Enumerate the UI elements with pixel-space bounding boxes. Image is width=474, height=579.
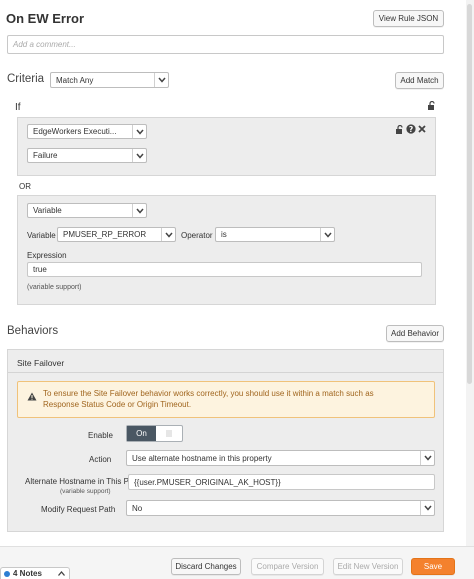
notes-label: 4 Notes: [13, 569, 42, 578]
behaviors-heading: Behaviors: [7, 325, 59, 337]
expression-input[interactable]: true: [27, 262, 422, 277]
chevron-down-icon: [420, 451, 434, 465]
operator-select[interactable]: is: [215, 227, 335, 242]
add-behavior-button[interactable]: Add Behavior: [386, 325, 444, 342]
edit-new-version-button[interactable]: Edit New Version: [333, 558, 403, 575]
rule-title: On EW Error: [6, 11, 85, 26]
discard-changes-button[interactable]: Discard Changes: [171, 558, 241, 575]
notes-indicator-icon: [4, 570, 10, 577]
toggle-on-label: On: [127, 426, 156, 441]
alt-host-variable-support: (variable support): [60, 488, 111, 495]
condition-1-value: EdgeWorkers Executi...: [33, 127, 117, 136]
condition-1-select[interactable]: EdgeWorkers Executi...: [27, 124, 147, 139]
warning-text: To ensure the Site Failover behavior wor…: [43, 389, 374, 409]
alt-host-label: Alternate Hostname in This Pr: [25, 477, 132, 486]
condition-2-select[interactable]: Variable: [27, 203, 147, 218]
site-failover-title: Site Failover: [17, 358, 65, 368]
variable-support-note: (variable support): [27, 284, 82, 291]
expression-label: Expression: [27, 251, 67, 260]
modify-path-select[interactable]: No: [126, 500, 435, 516]
compare-version-button[interactable]: Compare Version: [251, 558, 324, 575]
variable-label: Variable: [27, 231, 56, 240]
unlock-icon[interactable]: [426, 100, 436, 110]
operator-label: Operator: [181, 231, 213, 240]
help-icon[interactable]: ?: [405, 123, 416, 134]
condition-1-result: Failure: [33, 151, 58, 160]
match-any-value: Match Any: [56, 75, 94, 85]
warning-icon: [27, 391, 37, 401]
action-value: Use alternate hostname in this property: [132, 453, 272, 463]
match-any-select[interactable]: Match Any: [50, 72, 169, 88]
svg-text:?: ?: [408, 125, 412, 134]
enable-toggle[interactable]: On: [126, 425, 183, 442]
modify-path-value: No: [132, 503, 143, 513]
variable-value: PMUSER_RP_ERROR: [63, 230, 147, 239]
chevron-up-icon: [58, 571, 65, 576]
chevron-down-icon: [132, 149, 146, 162]
unlock-icon[interactable]: [394, 124, 404, 134]
scrollbar-thumb[interactable]: [467, 4, 472, 384]
scrollbar-track[interactable]: [466, 0, 474, 546]
toggle-grip-icon: [156, 426, 182, 441]
or-label: OR: [19, 182, 31, 191]
criteria-heading: Criteria: [7, 73, 45, 85]
condition-1-value-select[interactable]: Failure: [27, 148, 147, 163]
condition-2-value: Variable: [33, 206, 62, 215]
close-icon[interactable]: [417, 124, 427, 134]
modify-path-label: Modify Request Path: [41, 505, 116, 514]
alt-host-input[interactable]: {{user.PMUSER_ORIGINAL_AK_HOST}}: [128, 474, 435, 490]
notes-tab[interactable]: 4 Notes: [0, 567, 70, 579]
variable-select[interactable]: PMUSER_RP_ERROR: [57, 227, 176, 242]
chevron-down-icon: [132, 125, 146, 138]
chevron-down-icon: [420, 501, 434, 515]
if-label: If: [15, 102, 21, 113]
chevron-down-icon: [320, 228, 334, 241]
add-match-button[interactable]: Add Match: [395, 72, 444, 89]
comment-input[interactable]: Add a comment...: [7, 35, 444, 54]
action-label: Action: [89, 455, 112, 464]
panel-divider: [8, 372, 443, 373]
enable-label: Enable: [88, 431, 113, 440]
save-button[interactable]: Save: [411, 558, 455, 575]
action-select[interactable]: Use alternate hostname in this property: [126, 450, 435, 466]
view-rule-json-button[interactable]: View Rule JSON: [373, 10, 444, 27]
chevron-down-icon: [132, 204, 146, 217]
chevron-down-icon: [161, 228, 175, 241]
chevron-down-icon: [154, 73, 168, 87]
operator-value: is: [221, 230, 227, 239]
